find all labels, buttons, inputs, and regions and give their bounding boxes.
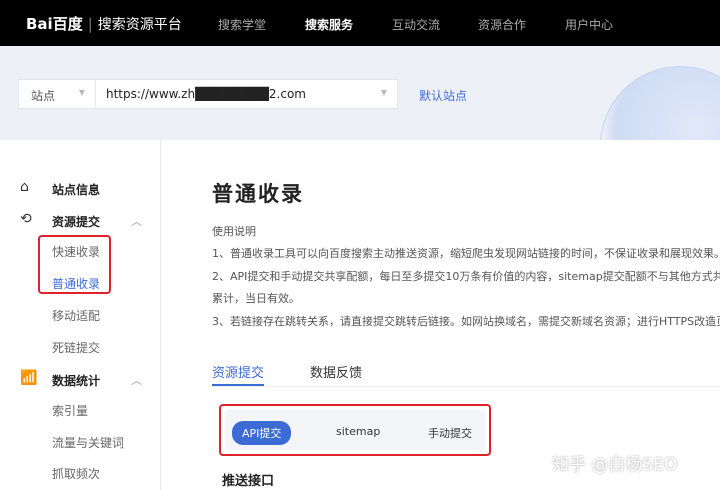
sidebar-item-index-volume[interactable]: 索引量 <box>52 402 88 419</box>
globe-decoration <box>600 66 720 140</box>
sidebar-item-traffic-keywords[interactable]: 流量与关键词 <box>52 434 124 451</box>
active-tab-indicator <box>212 384 264 386</box>
submit-icon: ⟲ <box>20 211 32 227</box>
site-label: 站点 <box>31 89 56 103</box>
usage-title: 使用说明 <box>212 225 256 238</box>
nav-item-cooperation[interactable]: 资源合作 <box>478 16 526 33</box>
baidu-logo[interactable]: Bai百度 | 搜索资源平台 <box>26 13 182 34</box>
tab-divider <box>212 386 720 387</box>
highlight-box <box>219 404 491 456</box>
top-nav-bar: Bai百度 | 搜索资源平台 搜索学堂 搜索服务 互动交流 资源合作 用户中心 <box>0 0 720 46</box>
watermark: 知乎 @白杨SEO <box>552 455 678 475</box>
divider: | <box>87 15 93 33</box>
sidebar-item-site-info[interactable]: 站点信息 <box>52 181 100 198</box>
sidebar-group-data-stats[interactable]: 数据统计 <box>52 372 100 389</box>
chevron-up-icon[interactable]: ︿ <box>131 372 142 388</box>
sidebar-item-mobile-adapt[interactable]: 移动适配 <box>52 307 100 324</box>
stats-icon: 📶 <box>20 370 38 386</box>
page-title: 普通收录 <box>212 182 304 206</box>
default-site-link[interactable]: 默认站点 <box>419 87 467 104</box>
sidebar-group-resource-submit[interactable]: 资源提交 <box>52 213 100 230</box>
platform-name: 搜索资源平台 <box>97 17 182 33</box>
caret-down-icon: ▼ <box>78 88 85 97</box>
home-icon: ⌂ <box>20 179 29 195</box>
site-url-select[interactable]: https://www.zh████████2.com ▼ <box>96 79 398 109</box>
sidebar-item-crawl-frequency[interactable]: 抓取频次 <box>52 465 100 482</box>
usage-line: 1、普通收录工具可以向百度搜索主动推送资源，缩短爬虫发现网站链接的时间，不保证收… <box>212 247 720 260</box>
nav-item-community[interactable]: 互动交流 <box>392 16 440 33</box>
nav-item-user-center[interactable]: 用户中心 <box>565 16 613 33</box>
usage-line: 累计，当日有效。 <box>212 292 300 305</box>
caret-down-icon: ▼ <box>380 88 387 97</box>
usage-line: 3、若链接存在跳转关系，请直接提交跳转后链接。如网站换域名，需提交新域名资源；进… <box>212 315 720 328</box>
site-url: https://www.zh████████2.com <box>106 87 306 101</box>
highlight-box <box>38 235 111 294</box>
usage-line: 2、API提交和手动提交共享配额，每日至多提交10万条有价值的内容，sitema… <box>212 270 720 283</box>
tab-data-feedback[interactable]: 数据反馈 <box>310 362 362 381</box>
nav-item-academy[interactable]: 搜索学堂 <box>218 16 266 33</box>
chevron-up-icon[interactable]: ︿ <box>131 213 142 229</box>
site-type-select[interactable]: 站点 ▼ <box>18 79 96 109</box>
nav-item-search-services[interactable]: 搜索服务 <box>305 16 353 33</box>
logo-text: Bai百度 <box>26 15 83 33</box>
tab-resource-submit[interactable]: 资源提交 <box>212 362 264 381</box>
section-heading: 推送接口 <box>222 474 275 489</box>
sidebar-item-dead-link[interactable]: 死链提交 <box>52 339 100 356</box>
